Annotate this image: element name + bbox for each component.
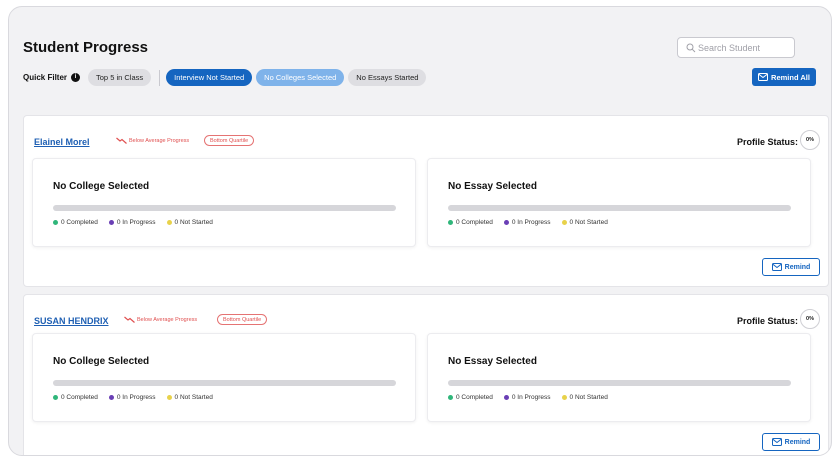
filter-chip-no-colleges-selected[interactable]: No Colleges Selected [256, 69, 345, 86]
profile-status-percent: 0% [800, 130, 820, 150]
quartile-badge: Bottom Quartile [204, 135, 255, 146]
student-card: SUSAN HENDRIX Below Average Progress Bot… [23, 294, 829, 455]
progress-bar [448, 380, 791, 386]
essay-progress-panel: No Essay Selected 0 Completed 0 In Progr… [427, 158, 811, 247]
mail-icon [758, 73, 769, 81]
trend-down-icon [124, 316, 135, 323]
profile-status-label: Profile Status: [736, 137, 798, 147]
trend-down-icon [116, 137, 127, 144]
legend-not-started: 0 Not Started [166, 219, 213, 226]
legend-completed: 0 Completed [53, 219, 98, 226]
profile-status-percent: 0% [800, 309, 820, 329]
filter-chip-no-essays-started[interactable]: No Essays Started [348, 69, 427, 86]
student-name-link[interactable]: SUSAN HENDRIX [34, 316, 109, 326]
quartile-badge: Bottom Quartile [217, 314, 268, 325]
progress-legend: 0 Completed 0 In Progress 0 Not Started [53, 219, 213, 226]
essay-progress-panel: No Essay Selected 0 Completed 0 In Progr… [427, 333, 811, 422]
filter-divider [159, 69, 161, 86]
legend-not-started: 0 Not Started [166, 394, 213, 401]
legend-in-progress: 0 In Progress [108, 219, 156, 226]
legend-in-progress: 0 In Progress [108, 394, 156, 401]
remind-all-label: Remind All [771, 72, 810, 82]
filter-chip-top-5[interactable]: Top 5 in Class [88, 69, 152, 86]
progress-legend: 0 Completed 0 In Progress 0 Not Started [53, 394, 213, 401]
progress-trend: Below Average Progress [124, 316, 197, 323]
quick-filter-bar: Quick Filter i Top 5 in Class Interview … [23, 69, 430, 86]
quick-filter-label: Quick Filter [23, 73, 68, 82]
info-icon[interactable]: i [71, 73, 81, 82]
legend-completed: 0 Completed [448, 394, 493, 401]
panel-title: No College Selected [53, 181, 150, 192]
panel-title: No Essay Selected [448, 181, 537, 192]
page-title: Student Progress [23, 39, 149, 56]
progress-bar [448, 205, 791, 211]
search-placeholder: Search Student [698, 42, 761, 53]
mail-icon [771, 263, 782, 271]
search-input[interactable]: Search Student [677, 37, 795, 58]
progress-legend: 0 Completed 0 In Progress 0 Not Started [448, 394, 608, 401]
legend-completed: 0 Completed [448, 219, 493, 226]
progress-trend-label: Below Average Progress [129, 137, 190, 144]
progress-bar [53, 380, 396, 386]
remind-all-button[interactable]: Remind All [752, 68, 816, 86]
profile-status-label: Profile Status: [736, 316, 798, 326]
panel-title: No Essay Selected [448, 356, 537, 367]
college-progress-panel: No College Selected 0 Completed 0 In Pro… [32, 158, 416, 247]
legend-completed: 0 Completed [53, 394, 98, 401]
legend-in-progress: 0 In Progress [503, 219, 551, 226]
remind-label: Remind [784, 263, 811, 271]
progress-trend: Below Average Progress [116, 137, 189, 144]
college-progress-panel: No College Selected 0 Completed 0 In Pro… [32, 333, 416, 422]
remind-label: Remind [784, 438, 811, 446]
mail-icon [771, 438, 782, 446]
filter-chip-interview-not-started[interactable]: Interview Not Started [166, 69, 253, 86]
legend-not-started: 0 Not Started [561, 219, 608, 226]
search-icon [686, 43, 696, 53]
progress-trend-label: Below Average Progress [137, 316, 198, 323]
progress-bar [53, 205, 396, 211]
student-progress-panel: Student Progress Search Student Quick Fi… [8, 6, 832, 456]
remind-button[interactable]: Remind [762, 258, 820, 276]
panel-title: No College Selected [53, 356, 150, 367]
legend-not-started: 0 Not Started [561, 394, 608, 401]
student-card: Elainel Morel Below Average Progress Bot… [23, 115, 829, 287]
remind-button[interactable]: Remind [762, 433, 820, 451]
legend-in-progress: 0 In Progress [503, 394, 551, 401]
progress-legend: 0 Completed 0 In Progress 0 Not Started [448, 219, 608, 226]
student-name-link[interactable]: Elainel Morel [34, 137, 90, 147]
